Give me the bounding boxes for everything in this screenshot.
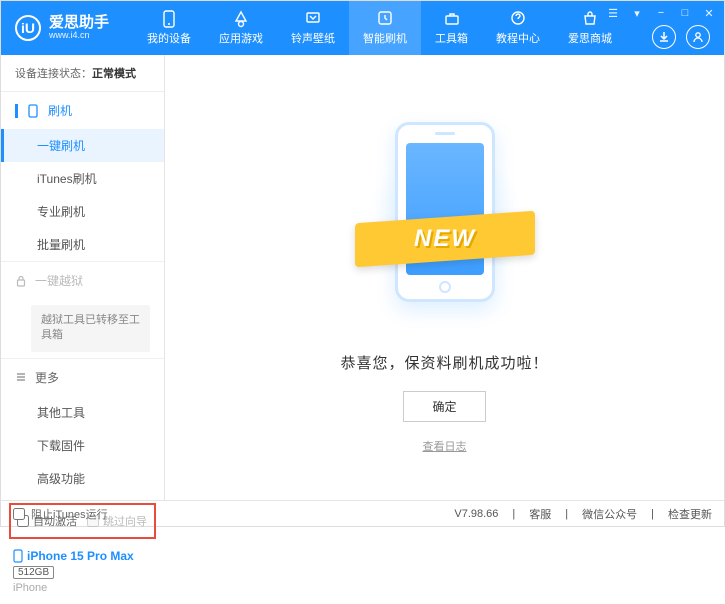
new-banner-text: NEW	[414, 225, 476, 253]
success-message: 恭喜您，保资料刷机成功啦！	[340, 352, 548, 373]
sidebar-head-more[interactable]: 更多	[1, 359, 164, 396]
block-itunes-checkbox[interactable]: 阻止iTunes运行	[13, 506, 108, 522]
ok-button[interactable]: 确定	[403, 391, 485, 422]
ringtone-icon	[304, 10, 322, 28]
sidebar-item-flash-1[interactable]: iTunes刷机	[1, 162, 164, 195]
tutorial-icon	[509, 10, 527, 28]
settings-icon[interactable]: ☰	[606, 7, 620, 20]
connection-status: 设备连接状态：正常模式	[1, 55, 164, 92]
nav-ringtone[interactable]: 铃声壁纸	[277, 1, 349, 55]
close-icon[interactable]: ✕	[702, 7, 716, 20]
logo: iU 爱思助手 www.i4.cn	[1, 15, 123, 41]
sidebar-item-more-0[interactable]: 其他工具	[1, 396, 164, 429]
nav-tutorial[interactable]: 教程中心	[482, 1, 554, 55]
view-log-link[interactable]: 查看日志	[423, 438, 467, 454]
main-panel: NEW 恭喜您，保资料刷机成功啦！ 确定 查看日志	[165, 55, 724, 500]
phone-icon	[13, 549, 23, 563]
sidebar-head-jailbreak[interactable]: 一键越狱	[1, 262, 164, 299]
version-label: V7.98.66	[454, 508, 498, 520]
wechat-link[interactable]: 微信公众号	[582, 506, 637, 522]
store-icon	[581, 10, 599, 28]
jailbreak-note: 越狱工具已转移至工具箱	[31, 305, 150, 352]
skin-icon[interactable]: ▾	[630, 7, 644, 20]
top-nav: 我的设备应用游戏铃声壁纸智能刷机工具箱教程中心爱思商城	[133, 1, 626, 55]
update-link[interactable]: 检查更新	[668, 506, 712, 522]
title-bar: iU 爱思助手 www.i4.cn 我的设备应用游戏铃声壁纸智能刷机工具箱教程中…	[1, 1, 724, 55]
sidebar-item-more-1[interactable]: 下载固件	[1, 429, 164, 462]
menu-icon	[15, 371, 27, 383]
app-url: www.i4.cn	[49, 31, 109, 41]
sidebar-item-flash-0[interactable]: 一键刷机	[1, 129, 164, 162]
apps-icon	[232, 10, 250, 28]
flash-icon	[376, 10, 394, 28]
flash-icon	[26, 104, 40, 118]
download-button[interactable]	[652, 25, 676, 49]
maximize-icon[interactable]: □	[678, 7, 692, 20]
sidebar-item-flash-3[interactable]: 批量刷机	[1, 228, 164, 261]
device-type: iPhone	[13, 582, 152, 594]
device-info: iPhone 15 Pro Max 512GB iPhone	[1, 543, 164, 604]
lock-icon	[15, 275, 27, 287]
window-controls: ☰ ▾ − □ ✕	[606, 7, 716, 20]
device-icon	[160, 10, 178, 28]
nav-toolbox[interactable]: 工具箱	[421, 1, 482, 55]
sidebar-item-flash-2[interactable]: 专业刷机	[1, 195, 164, 228]
nav-device[interactable]: 我的设备	[133, 1, 205, 55]
sidebar: 设备连接状态：正常模式 刷机 一键刷机iTunes刷机专业刷机批量刷机 一键越狱…	[1, 55, 165, 500]
storage-badge: 512GB	[13, 566, 54, 579]
sidebar-item-more-2[interactable]: 高级功能	[1, 462, 164, 495]
toolbox-icon	[443, 10, 461, 28]
minimize-icon[interactable]: −	[654, 7, 668, 20]
support-link[interactable]: 客服	[529, 506, 551, 522]
logo-icon: iU	[15, 15, 41, 41]
sidebar-head-flash[interactable]: 刷机	[1, 92, 164, 129]
nav-flash[interactable]: 智能刷机	[349, 1, 421, 55]
success-illustration: NEW	[385, 122, 505, 322]
user-button[interactable]	[686, 25, 710, 49]
app-name: 爱思助手	[49, 15, 109, 32]
nav-apps[interactable]: 应用游戏	[205, 1, 277, 55]
device-name[interactable]: iPhone 15 Pro Max	[13, 549, 152, 563]
